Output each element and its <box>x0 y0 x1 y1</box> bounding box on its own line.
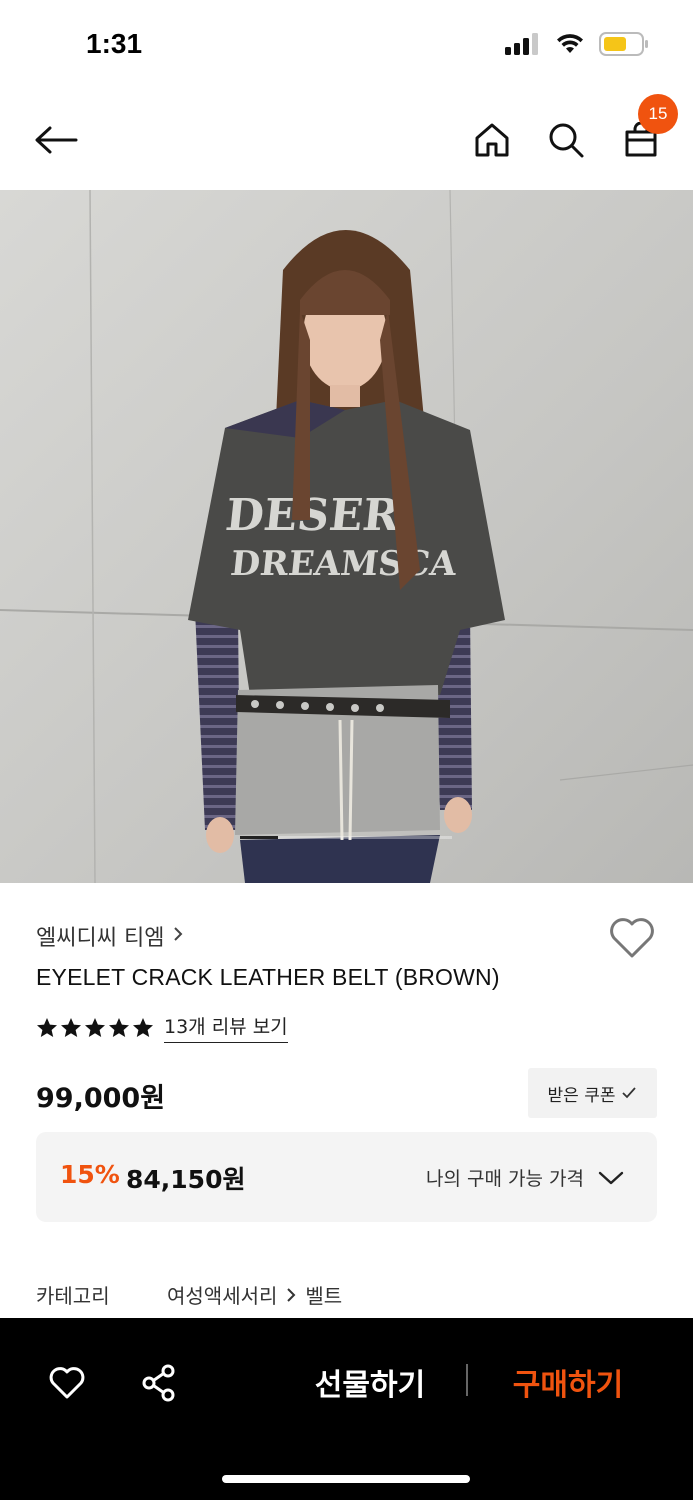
share-button[interactable] <box>134 1358 184 1408</box>
star-icon <box>37 1017 57 1037</box>
star-icon <box>85 1017 105 1037</box>
heart-outline-icon <box>49 1367 85 1399</box>
star-icon <box>61 1017 81 1037</box>
back-button[interactable] <box>28 112 84 168</box>
chevron-right-icon <box>287 1287 296 1302</box>
wishlist-button[interactable] <box>608 916 656 964</box>
discount-box: 15% 84,150원 나의 구매 가능 가격 <box>36 1132 657 1222</box>
status-bar: 1:31 <box>0 0 693 90</box>
original-price: 99,000원 <box>36 1083 166 1114</box>
my-price-label: 나의 구매 가능 가격 <box>426 1168 584 1190</box>
status-time: 1:31 <box>86 28 143 59</box>
product-photo: DESER DREAMSCA <box>0 190 693 883</box>
category-link-women-accessories[interactable]: 여성액세서리 <box>167 1280 277 1309</box>
image-carousel-indicator-fill <box>240 836 279 839</box>
chevron-right-icon <box>172 924 184 948</box>
product-title: EYELET CRACK LEATHER BELT (BROWN) <box>36 964 500 990</box>
bottom-wishlist-button[interactable] <box>42 1358 92 1408</box>
top-nav <box>0 90 693 190</box>
cart-count-badge: 15 <box>638 94 678 134</box>
home-indicator <box>222 1475 470 1483</box>
brand-name: 엘씨디씨 티엠 <box>36 926 165 951</box>
share-icon <box>142 1364 175 1402</box>
svg-text:DESER: DESER <box>223 490 402 541</box>
coupon-label: 받은 쿠폰 <box>547 1085 616 1106</box>
check-icon <box>622 1087 637 1099</box>
coupon-button[interactable]: 받은 쿠폰 <box>528 1068 657 1118</box>
my-price-toggle[interactable]: 나의 구매 가능 가격 <box>426 1164 624 1191</box>
category-label: 카테고리 <box>36 1284 110 1308</box>
rating-row: 13개 리뷰 보기 <box>36 1012 288 1043</box>
discount-rate: 15% <box>60 1160 120 1189</box>
bottom-bar-divider <box>466 1364 468 1396</box>
gift-button[interactable]: 선물하기 <box>290 1360 450 1404</box>
search-button[interactable] <box>538 112 594 168</box>
bottom-action-bar: 선물하기 구매하기 <box>0 1318 693 1500</box>
wifi-icon <box>557 34 583 53</box>
status-icons <box>505 32 649 56</box>
svg-text:DREAMSCA: DREAMSCA <box>229 544 459 584</box>
review-link[interactable]: 13개 리뷰 보기 <box>164 1012 288 1043</box>
category-link-belt[interactable]: 벨트 <box>305 1280 342 1309</box>
heart-outline-icon <box>610 918 654 958</box>
signal-icon <box>505 33 538 55</box>
category-breadcrumb: 여성액세서리 벨트 <box>167 1280 342 1309</box>
discount-price: 84,150원 <box>126 1165 246 1194</box>
category-row: 카테고리 여성액세서리 벨트 <box>36 1280 342 1309</box>
product-image[interactable]: DESER DREAMSCA <box>0 190 693 883</box>
image-carousel-indicator <box>240 836 452 839</box>
back-arrow-icon <box>35 126 78 154</box>
buy-button[interactable]: 구매하기 <box>488 1360 648 1404</box>
home-button[interactable] <box>464 112 520 168</box>
rating-stars <box>36 1017 154 1039</box>
home-icon <box>475 123 509 157</box>
brand-link[interactable]: 엘씨디씨 티엠 <box>36 920 184 952</box>
star-icon <box>133 1017 153 1037</box>
search-icon <box>549 123 584 158</box>
battery-icon <box>599 32 648 56</box>
chevron-down-icon <box>598 1171 624 1184</box>
star-icon <box>109 1017 129 1037</box>
